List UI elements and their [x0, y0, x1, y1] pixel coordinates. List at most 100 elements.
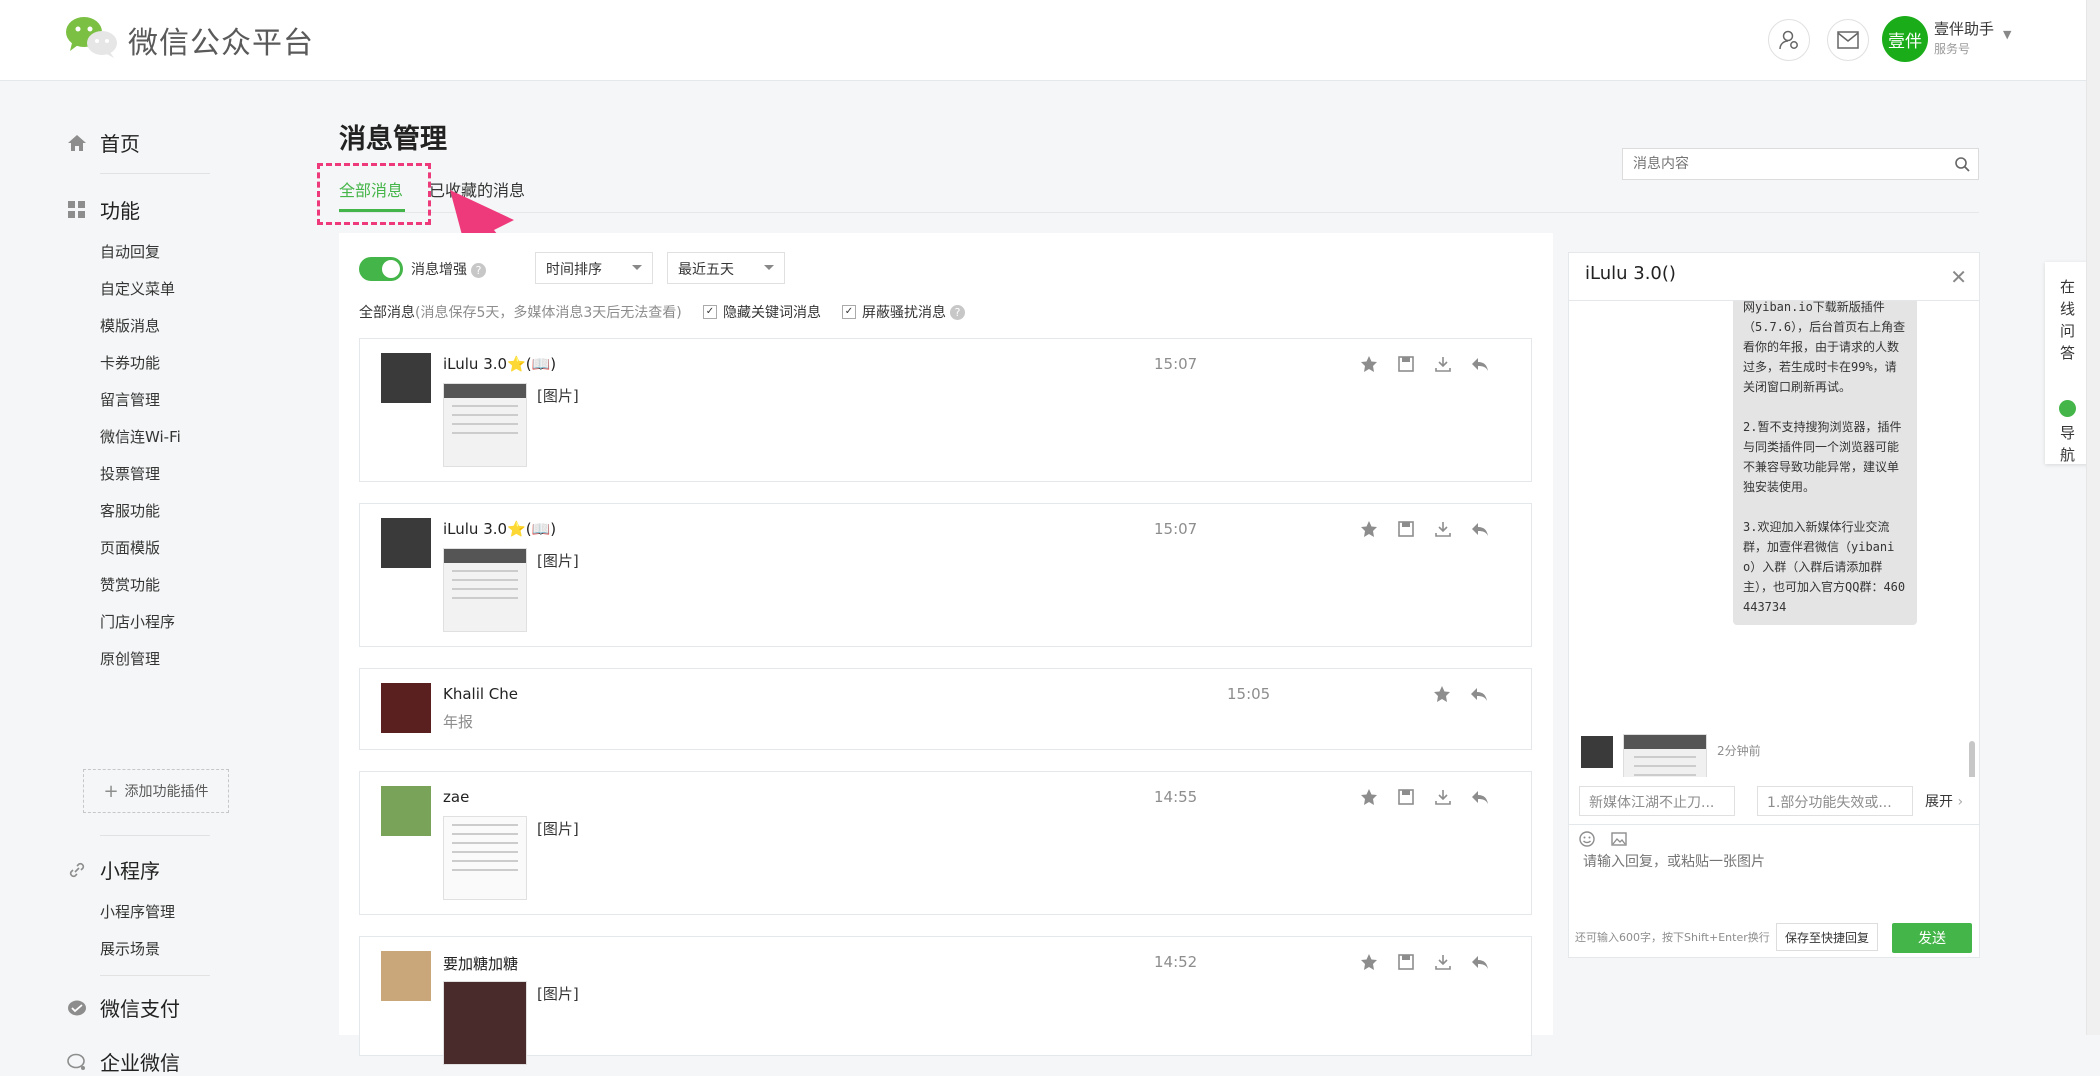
account-avatar[interactable]: 壹伴 — [1882, 16, 1928, 62]
search-icon[interactable] — [1954, 156, 1970, 176]
message-item[interactable]: iLulu 3.0⭐(📖) [图片] 15:07 — [359, 338, 1532, 482]
add-plugin-button[interactable]: + 添加功能插件 — [83, 769, 229, 813]
avatar[interactable] — [381, 683, 431, 733]
wechat-logo-icon[interactable] — [64, 15, 120, 59]
help-icon[interactable]: ? — [471, 262, 486, 278]
range-select[interactable]: 最近五天 — [667, 252, 785, 284]
image-icon[interactable] — [1611, 831, 1627, 851]
reply-icon[interactable] — [1471, 788, 1489, 806]
help-icon[interactable]: ? — [950, 304, 965, 320]
navigation-link[interactable]: 导航 — [2045, 422, 2090, 466]
message-search[interactable] — [1622, 148, 1979, 180]
hide-keyword-checkbox[interactable]: ✓ 隐藏关键词消息 — [703, 302, 821, 322]
enhance-toggle[interactable] — [359, 257, 403, 281]
download-icon[interactable] — [1434, 953, 1452, 971]
sender-name[interactable]: Khalil Che — [443, 685, 518, 703]
avatar[interactable] — [381, 353, 431, 403]
image-thumbnail[interactable] — [443, 383, 527, 467]
reply-input[interactable] — [1583, 851, 1963, 911]
sort-select[interactable]: 时间排序 — [535, 252, 653, 284]
user-manage-icon[interactable] — [1768, 19, 1810, 61]
avatar[interactable] — [381, 786, 431, 836]
star-icon[interactable] — [1360, 788, 1378, 806]
quick-reply-2[interactable]: 1.部分功能失效或... — [1757, 786, 1913, 816]
chat-history[interactable]: 网yiban.io下载新版插件（5.7.6），后台首页右上角查看你的年报，由于请… — [1569, 301, 1979, 777]
page-scrollbar[interactable] — [2086, 0, 2100, 1035]
save-icon[interactable] — [1397, 788, 1415, 806]
check-icon: ✓ — [703, 305, 717, 319]
link-icon — [66, 859, 88, 881]
image-thumbnail[interactable] — [443, 548, 527, 632]
star-icon[interactable] — [1360, 953, 1378, 971]
search-input[interactable] — [1623, 149, 1943, 179]
star-icon[interactable] — [1360, 355, 1378, 373]
message-item[interactable]: zae [图片] 14:55 — [359, 771, 1532, 915]
message-item[interactable]: 要加糖加糖 [图片] 14:52 — [359, 936, 1532, 1065]
sender-name[interactable]: iLulu 3.0⭐(📖) — [443, 520, 556, 538]
sidebar-item-home[interactable]: 首页 — [66, 128, 140, 157]
close-icon[interactable]: ✕ — [1950, 265, 1967, 289]
chevron-right-icon: › — [1957, 794, 1964, 810]
sidebar-item-template-msg[interactable]: 模版消息 — [100, 315, 160, 336]
highlight-box — [317, 163, 431, 225]
sidebar-item-showcase[interactable]: 展示场景 — [100, 938, 160, 959]
download-icon[interactable] — [1434, 788, 1452, 806]
download-icon[interactable] — [1434, 355, 1452, 373]
online-qa-link[interactable]: 在线问答 — [2045, 276, 2090, 364]
sidebar-section-wework[interactable]: 企业微信 — [66, 1047, 180, 1076]
block-spam-checkbox[interactable]: ✓ 屏蔽骚扰消息? — [842, 302, 965, 322]
save-icon[interactable] — [1397, 355, 1415, 373]
sender-name[interactable]: 要加糖加糖 — [443, 953, 518, 974]
message-note: 全部消息(消息保存5天，多媒体消息3天后无法查看) — [359, 305, 682, 321]
sender-name[interactable]: zae — [443, 788, 469, 806]
sidebar-item-comments[interactable]: 留言管理 — [100, 389, 160, 410]
reply-icon[interactable] — [1470, 685, 1488, 703]
image-thumbnail[interactable] — [443, 981, 527, 1065]
sidebar-section-wechat-pay[interactable]: 微信支付 — [66, 993, 180, 1022]
download-icon[interactable] — [1434, 520, 1452, 538]
save-icon[interactable] — [1397, 520, 1415, 538]
sidebar-item-custom-menu[interactable]: 自定义菜单 — [100, 278, 175, 299]
save-icon[interactable] — [1397, 953, 1415, 971]
sidebar-item-coupons[interactable]: 卡券功能 — [100, 352, 160, 373]
sidebar-item-wifi[interactable]: 微信连Wi-Fi — [100, 426, 181, 447]
sidebar-item-store-miniapp[interactable]: 门店小程序 — [100, 611, 175, 632]
avatar[interactable] — [381, 951, 431, 1001]
reply-icon[interactable] — [1471, 520, 1489, 538]
sidebar-item-vote[interactable]: 投票管理 — [100, 463, 160, 484]
sidebar-section-miniprogram[interactable]: 小程序 — [66, 855, 160, 884]
send-button[interactable]: 发送 — [1892, 923, 1972, 953]
scrollbar[interactable] — [1969, 741, 1975, 777]
message-item[interactable]: Khalil Che 年报 15:05 — [359, 668, 1532, 750]
message-time: 15:05 — [1227, 685, 1271, 703]
chat-toolbar — [1579, 831, 1627, 851]
navigation-icon[interactable] — [2059, 400, 2076, 417]
account-name[interactable]: 壹伴助手 — [1934, 18, 1994, 39]
sidebar-item-original[interactable]: 原创管理 — [100, 648, 160, 669]
emoji-icon[interactable] — [1579, 831, 1595, 851]
mail-icon[interactable] — [1827, 19, 1869, 61]
sidebar-section-functions[interactable]: 功能 — [66, 195, 140, 224]
sidebar-item-customer-service[interactable]: 客服功能 — [100, 500, 160, 521]
sidebar-item-reward[interactable]: 赞赏功能 — [100, 574, 160, 595]
image-thumbnail[interactable] — [443, 816, 527, 900]
platform-title[interactable]: 微信公众平台 — [128, 18, 314, 62]
expand-button[interactable]: 展开 › — [1925, 791, 1963, 811]
sidebar-item-page-template[interactable]: 页面模版 — [100, 537, 160, 558]
chat-panel: iLulu 3.0() ✕ 网yiban.io下载新版插件（5.7.6），后台首… — [1568, 252, 1980, 958]
star-icon[interactable] — [1360, 520, 1378, 538]
reply-icon[interactable] — [1471, 355, 1489, 373]
message-item[interactable]: iLulu 3.0⭐(📖) [图片] 15:07 — [359, 503, 1532, 647]
star-icon[interactable] — [1433, 685, 1451, 703]
save-quick-reply-button[interactable]: 保存至快捷回复 — [1776, 923, 1879, 951]
sidebar-item-miniprogram-manage[interactable]: 小程序管理 — [100, 901, 175, 922]
message-type-tag: [图片] — [537, 387, 579, 405]
chat-image[interactable] — [1623, 734, 1707, 777]
quick-reply-1[interactable]: 新媒体江湖不止刀... — [1579, 786, 1735, 816]
avatar[interactable] — [381, 518, 431, 568]
reply-icon[interactable] — [1471, 953, 1489, 971]
chevron-down-icon[interactable]: ▼ — [2003, 28, 2011, 41]
sidebar-item-auto-reply[interactable]: 自动回复 — [100, 241, 160, 262]
avatar[interactable] — [1581, 736, 1613, 768]
sender-name[interactable]: iLulu 3.0⭐(📖) — [443, 355, 556, 373]
